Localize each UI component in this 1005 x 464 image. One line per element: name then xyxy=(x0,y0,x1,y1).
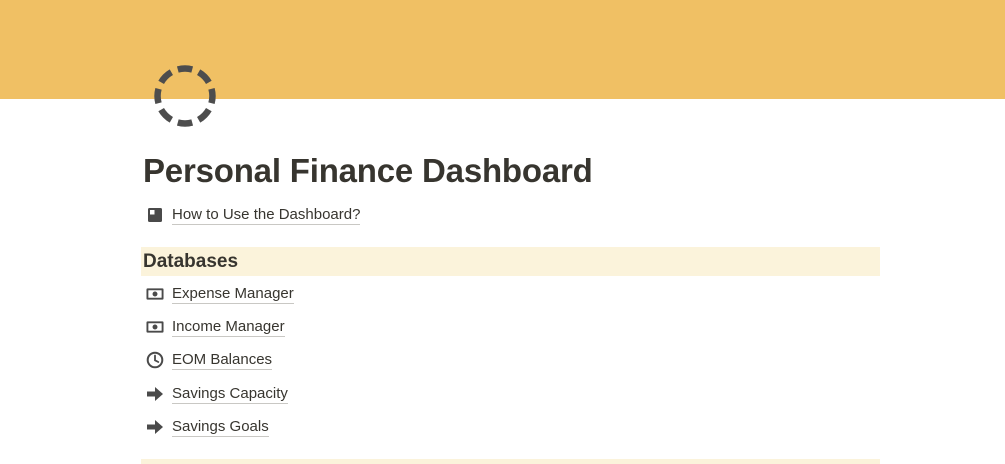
link-how-to-use-label[interactable]: How to Use the Dashboard? xyxy=(172,205,361,225)
databases-header: Databases xyxy=(141,247,880,276)
money-bill-icon xyxy=(146,285,164,303)
arrow-right-icon xyxy=(146,385,164,403)
cover-banner xyxy=(0,0,1005,99)
link-savings-capacity-label[interactable]: Savings Capacity xyxy=(172,384,288,404)
link-income-manager-label[interactable]: Income Manager xyxy=(172,317,285,337)
square-icon xyxy=(146,206,164,224)
link-how-to-use[interactable]: How to Use the Dashboard? xyxy=(146,203,361,227)
link-savings-goals-label[interactable]: Savings Goals xyxy=(172,417,269,437)
link-eom-balances-label[interactable]: EOM Balances xyxy=(172,350,273,370)
databases-heading: Databases xyxy=(143,251,239,272)
money-bill-icon xyxy=(146,318,164,336)
page-title: Personal Finance Dashboard xyxy=(143,152,593,189)
clock-icon xyxy=(146,351,164,369)
link-expense-manager-label[interactable]: Expense Manager xyxy=(172,284,294,304)
arrow-right-icon xyxy=(146,418,164,436)
loading-circle-icon[interactable] xyxy=(152,64,218,128)
next-section-header xyxy=(141,459,880,464)
link-expense-manager[interactable]: Expense Manager xyxy=(146,282,294,306)
link-eom-balances[interactable]: EOM Balances xyxy=(146,348,273,372)
link-savings-capacity[interactable]: Savings Capacity xyxy=(146,382,288,406)
link-income-manager[interactable]: Income Manager xyxy=(146,315,285,339)
link-savings-goals[interactable]: Savings Goals xyxy=(146,415,269,439)
